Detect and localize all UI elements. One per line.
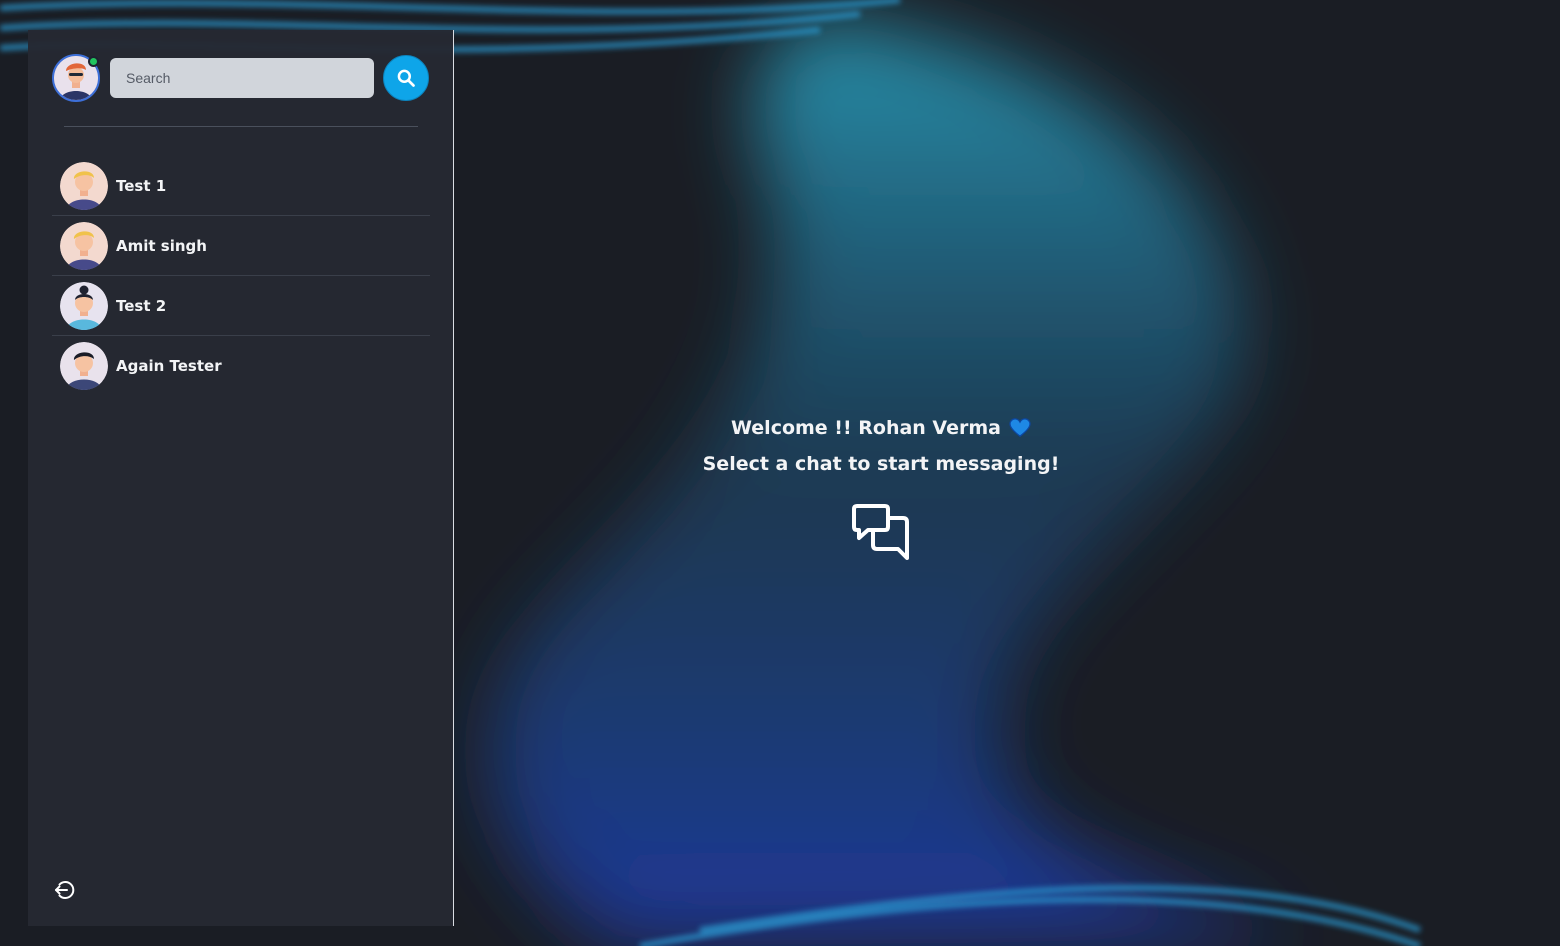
conversation-list: Test 1 Amit singh Test 2 Again Tester <box>52 156 430 396</box>
blue-heart-icon <box>1009 418 1031 437</box>
logout-icon <box>55 881 75 899</box>
conversation-item[interactable]: Test 1 <box>52 156 430 216</box>
current-user-avatar[interactable] <box>52 54 100 102</box>
conversation-avatar <box>60 281 108 330</box>
logout-button[interactable] <box>52 878 76 902</box>
header-divider <box>64 126 418 127</box>
conversation-avatar <box>60 342 108 390</box>
conversation-avatar <box>60 161 108 210</box>
welcome-message: Welcome !! Rohan Verma <box>731 417 1031 439</box>
conversation-name: Amit singh <box>116 236 207 255</box>
welcome-text: Welcome !! Rohan Verma <box>731 417 1001 439</box>
main-panel: Welcome !! Rohan Verma Select a chat to … <box>454 30 1308 926</box>
sidebar: Test 1 Amit singh <box>28 30 454 926</box>
welcome-panel: Welcome !! Rohan Verma Select a chat to … <box>702 417 1060 561</box>
online-status-dot <box>88 56 99 67</box>
conversation-avatar <box>60 221 108 270</box>
avatar-bun-hair-icon <box>60 281 108 330</box>
avatar-blonde-man-icon <box>60 161 108 210</box>
conversation-name: Test 2 <box>116 296 167 315</box>
avatar-blonde-man-icon <box>60 221 108 270</box>
search-button[interactable] <box>383 55 429 101</box>
conversation-item[interactable]: Again Tester <box>52 336 430 396</box>
chat-app-window: Test 1 Amit singh <box>28 30 1308 926</box>
chat-bubbles-icon <box>851 504 909 560</box>
avatar-dark-hair-icon <box>60 342 108 390</box>
select-chat-prompt: Select a chat to start messaging! <box>702 453 1060 475</box>
conversation-item[interactable]: Amit singh <box>52 216 430 276</box>
search-input[interactable] <box>110 58 374 98</box>
conversation-name: Test 1 <box>116 176 167 195</box>
search-icon <box>397 69 415 87</box>
sidebar-header <box>52 54 429 102</box>
conversation-name: Again Tester <box>116 357 222 375</box>
conversation-item[interactable]: Test 2 <box>52 276 430 336</box>
